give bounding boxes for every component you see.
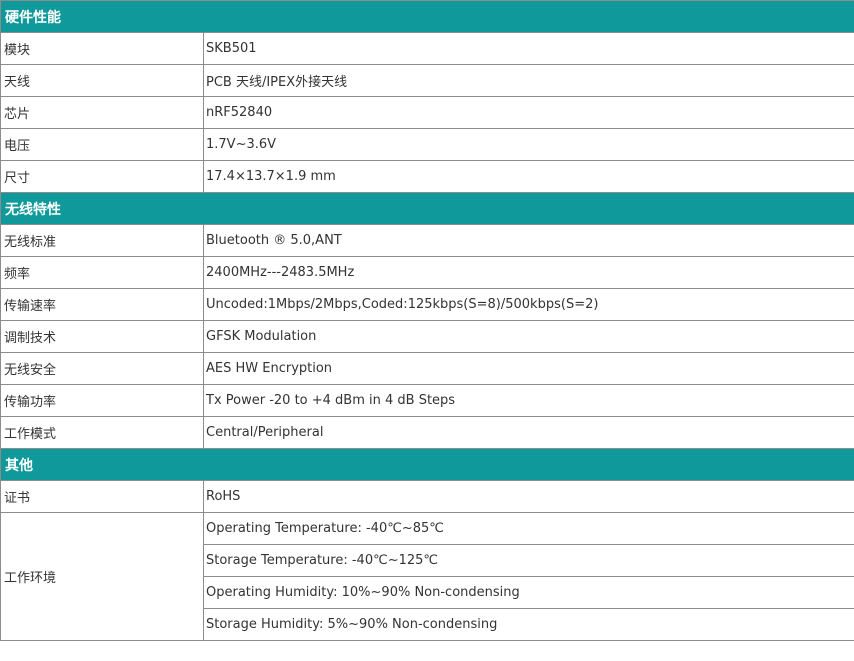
row-value: nRF52840 xyxy=(203,96,854,129)
section-title: 硬件性能 xyxy=(0,0,854,33)
table-row: 传输功率 Tx Power -20 to +4 dBm in 4 dB Step… xyxy=(0,384,854,417)
row-label: 证书 xyxy=(0,480,204,513)
section-header-wireless: 无线特性 xyxy=(0,192,854,225)
table-row: 芯片 nRF52840 xyxy=(0,96,854,129)
table-row: 模块 SKB501 xyxy=(0,32,854,65)
row-label: 天线 xyxy=(0,64,204,97)
table-row: 工作环境 Operating Temperature: -40℃~85℃ xyxy=(0,512,854,641)
table-row: 尺寸 17.4×13.7×1.9 mm xyxy=(0,160,854,193)
row-label: 无线安全 xyxy=(0,352,204,385)
row-label: 调制技术 xyxy=(0,320,204,353)
row-value: Central/Peripheral xyxy=(203,416,854,449)
row-value: Operating Humidity: 10%~90% Non-condensi… xyxy=(203,576,854,609)
row-value: 1.7V~3.6V xyxy=(203,128,854,161)
row-value: GFSK Modulation xyxy=(203,320,854,353)
table-row: 频率 2400MHz---2483.5MHz xyxy=(0,256,854,289)
row-value: Operating Temperature: -40℃~85℃ xyxy=(203,512,854,545)
spec-table: 硬件性能 模块 SKB501 天线 PCB 天线/IPEX外接天线 芯片 nRF… xyxy=(0,0,854,641)
row-value: Storage Temperature: -40℃~125℃ xyxy=(203,544,854,577)
row-label: 工作模式 xyxy=(0,416,204,449)
row-value: Bluetooth ® 5.0,ANT xyxy=(203,224,854,257)
row-value: PCB 天线/IPEX外接天线 xyxy=(203,64,854,97)
section-header-other: 其他 xyxy=(0,448,854,481)
row-label: 芯片 xyxy=(0,96,204,129)
row-label: 传输速率 xyxy=(0,288,204,321)
section-header-hardware: 硬件性能 xyxy=(0,0,854,33)
table-row: 电压 1.7V~3.6V xyxy=(0,128,854,161)
table-row: 天线 PCB 天线/IPEX外接天线 xyxy=(0,64,854,97)
table-row: 传输速率 Uncoded:1Mbps/2Mbps,Coded:125kbps(S… xyxy=(0,288,854,321)
row-label: 传输功率 xyxy=(0,384,204,417)
table-row: 无线安全 AES HW Encryption xyxy=(0,352,854,385)
row-value: Storage Humidity: 5%~90% Non-condensing xyxy=(203,608,854,641)
row-value: Uncoded:1Mbps/2Mbps,Coded:125kbps(S=8)/5… xyxy=(203,288,854,321)
row-value: 2400MHz---2483.5MHz xyxy=(203,256,854,289)
table-row: 工作模式 Central/Peripheral xyxy=(0,416,854,449)
row-value: AES HW Encryption xyxy=(203,352,854,385)
row-label-environment: 工作环境 xyxy=(0,512,204,641)
row-value: Tx Power -20 to +4 dBm in 4 dB Steps xyxy=(203,384,854,417)
row-label: 模块 xyxy=(0,32,204,65)
row-value: RoHS xyxy=(203,480,854,513)
row-label: 电压 xyxy=(0,128,204,161)
row-value: 17.4×13.7×1.9 mm xyxy=(203,160,854,193)
table-row: 无线标准 Bluetooth ® 5.0,ANT xyxy=(0,224,854,257)
section-title: 其他 xyxy=(0,448,854,481)
row-label: 尺寸 xyxy=(0,160,204,193)
section-title: 无线特性 xyxy=(0,192,854,225)
table-row: 调制技术 GFSK Modulation xyxy=(0,320,854,353)
row-value: SKB501 xyxy=(203,32,854,65)
row-label: 频率 xyxy=(0,256,204,289)
row-label: 无线标准 xyxy=(0,224,204,257)
table-row: 证书 RoHS xyxy=(0,480,854,513)
